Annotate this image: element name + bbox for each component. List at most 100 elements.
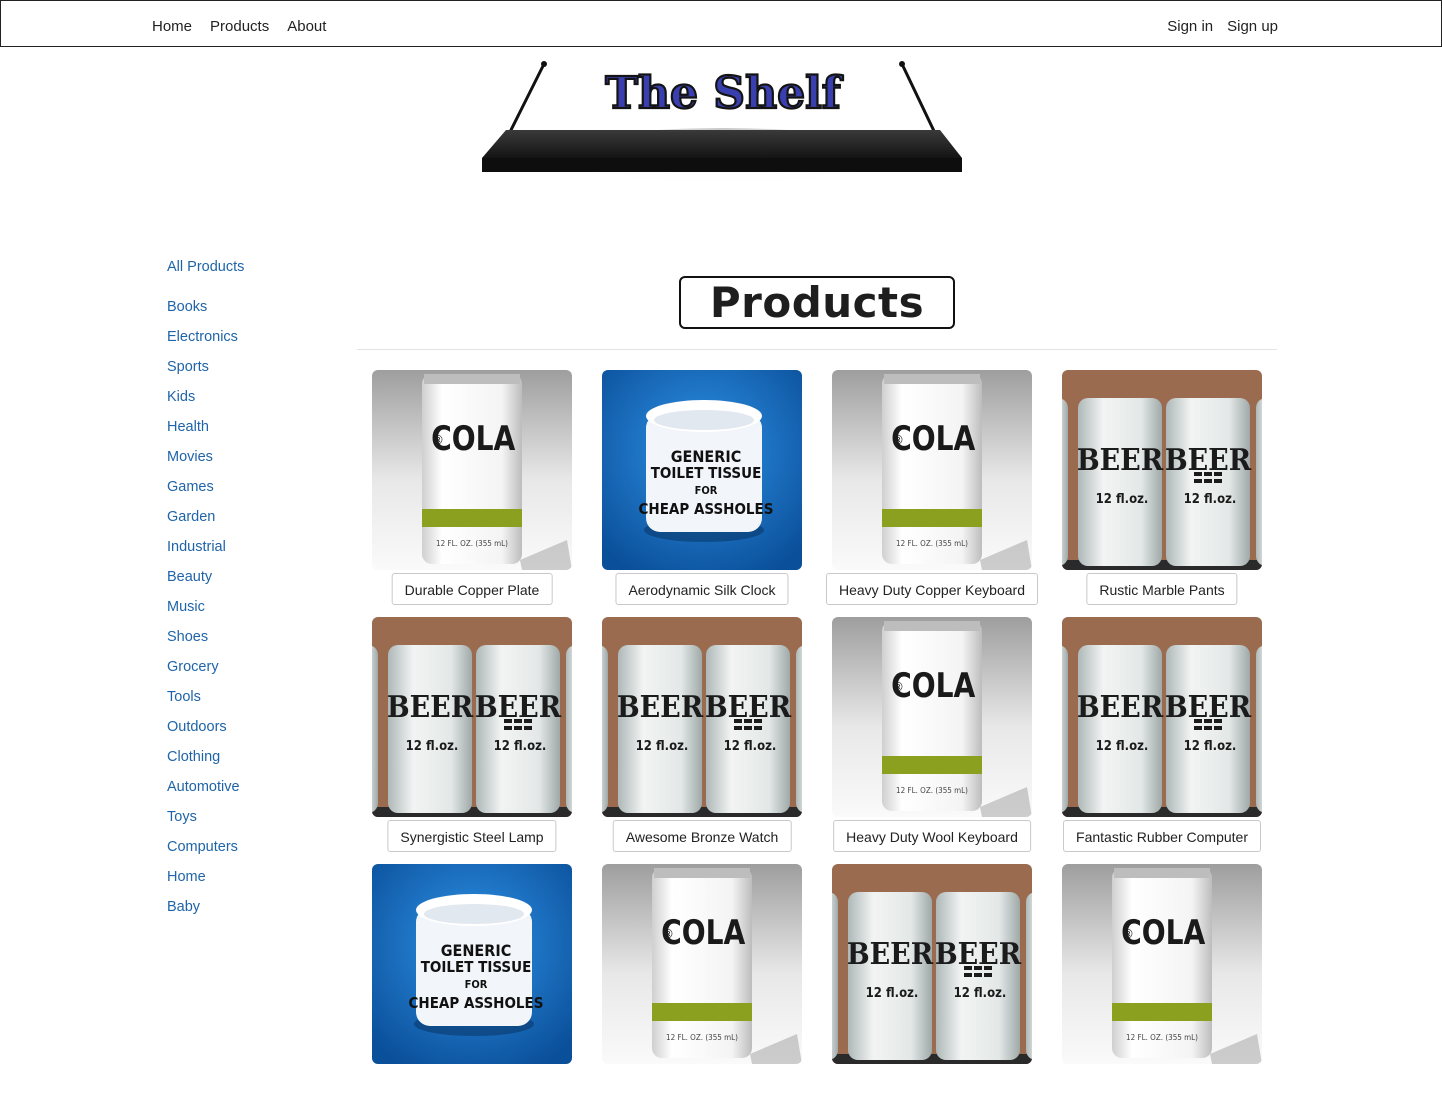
- product-name-button[interactable]: Rustic Marble Pants: [1086, 573, 1238, 605]
- svg-text:BEER: BEER: [935, 936, 1022, 972]
- product-image-beer-cans[interactable]: BEER 12 fl.oz. BEER 12 fl.oz.: [1062, 370, 1262, 570]
- sidebar-item-home[interactable]: Home: [167, 867, 327, 897]
- svg-text:12 FL. OZ. (355 mL): 12 FL. OZ. (355 mL): [1126, 1033, 1198, 1042]
- svg-text:®: ®: [432, 433, 444, 447]
- sidebar-item-health[interactable]: Health: [167, 417, 327, 447]
- product-image-cola-can[interactable]: COLA ® 12 FL. OZ. (355 mL): [1062, 864, 1262, 1064]
- product-card: BEER 12 fl.oz. BEER 12 fl.oz. Rustic Mar…: [1062, 370, 1262, 610]
- sidebar-item-sports[interactable]: Sports: [167, 357, 327, 387]
- svg-text:12 fl.oz.: 12 fl.oz.: [954, 986, 1007, 1001]
- svg-text:12 fl.oz.: 12 fl.oz.: [866, 986, 919, 1001]
- sidebar-item-garden[interactable]: Garden: [167, 507, 327, 537]
- product-image-cola-can[interactable]: COLA ® 12 FL. OZ. (355 mL): [372, 370, 572, 570]
- product-image-toilet-tissue[interactable]: GENERIC TOILET TISSUE FOR CHEAP ASSHOLES: [372, 864, 572, 1064]
- nav-left-group: Home Products About: [152, 18, 344, 35]
- product-card: BEER 12 fl.oz. BEER 12 fl.oz.: [832, 864, 1032, 1104]
- sidebar-item-electronics[interactable]: Electronics: [167, 327, 327, 357]
- sign-up-link[interactable]: Sign up: [1227, 18, 1278, 35]
- svg-text:®: ®: [662, 927, 674, 941]
- product-image-cola-can[interactable]: COLA ® 12 FL. OZ. (355 mL): [832, 617, 1032, 817]
- product-card: BEER 12 fl.oz. BEER 12 fl.oz. Fantastic …: [1062, 617, 1262, 857]
- sidebar-item-clothing[interactable]: Clothing: [167, 747, 327, 777]
- sidebar-item-shoes[interactable]: Shoes: [167, 627, 327, 657]
- sidebar-item-kids[interactable]: Kids: [167, 387, 327, 417]
- product-card: BEER 12 fl.oz. BEER 12 fl.oz. Synergisti…: [372, 617, 572, 857]
- svg-text:TOILET TISSUE: TOILET TISSUE: [651, 464, 762, 482]
- svg-text:®: ®: [892, 433, 904, 447]
- product-name-button[interactable]: Heavy Duty Wool Keyboard: [833, 820, 1031, 852]
- sidebar-item-outdoors[interactable]: Outdoors: [167, 717, 327, 747]
- svg-text:12 fl.oz.: 12 fl.oz.: [406, 739, 459, 754]
- svg-text:FOR: FOR: [695, 484, 718, 497]
- svg-text:®: ®: [892, 680, 904, 694]
- svg-text:TOILET TISSUE: TOILET TISSUE: [421, 958, 532, 976]
- product-name-button[interactable]: Awesome Bronze Watch: [612, 820, 792, 852]
- svg-text:12 fl.oz.: 12 fl.oz.: [1184, 739, 1237, 754]
- svg-text:12 fl.oz.: 12 fl.oz.: [724, 739, 777, 754]
- svg-text:BEER: BEER: [1165, 442, 1252, 478]
- title-divider: [357, 349, 1277, 350]
- product-name-button[interactable]: Synergistic Steel Lamp: [387, 820, 557, 852]
- sidebar-all-products[interactable]: All Products: [167, 257, 327, 277]
- svg-text:12 FL. OZ. (355 mL): 12 FL. OZ. (355 mL): [896, 786, 968, 795]
- svg-text:12 fl.oz.: 12 fl.oz.: [636, 739, 689, 754]
- svg-text:BEER: BEER: [617, 689, 704, 725]
- product-image-beer-cans[interactable]: BEER 12 fl.oz. BEER 12 fl.oz.: [832, 864, 1032, 1064]
- nav-right-group: Sign in Sign up: [1153, 18, 1278, 35]
- product-card: COLA ® 12 FL. OZ. (355 mL) Heavy Duty Co…: [826, 370, 1038, 610]
- product-grid: COLA ® 12 FL. OZ. (355 mL) Durable Coppe…: [372, 370, 1272, 1064]
- sidebar-item-toys[interactable]: Toys: [167, 807, 327, 837]
- nav-products-link[interactable]: Products: [210, 18, 269, 35]
- sidebar-item-grocery[interactable]: Grocery: [167, 657, 327, 687]
- logo-title: The Shelf: [605, 68, 844, 119]
- sidebar-item-industrial[interactable]: Industrial: [167, 537, 327, 567]
- sidebar-item-music[interactable]: Music: [167, 597, 327, 627]
- nav-home-link[interactable]: Home: [152, 18, 192, 35]
- product-name-button[interactable]: Aerodynamic Silk Clock: [615, 573, 789, 605]
- nav-about-link[interactable]: About: [287, 18, 326, 35]
- product-name-button[interactable]: Fantastic Rubber Computer: [1063, 820, 1261, 852]
- svg-text:BEER: BEER: [1077, 442, 1164, 478]
- product-card: BEER 12 fl.oz. BEER 12 fl.oz. Awesome Br…: [602, 617, 802, 857]
- product-card: COLA ® 12 FL. OZ. (355 mL) Durable Coppe…: [372, 370, 572, 610]
- svg-text:12 FL. OZ. (355 mL): 12 FL. OZ. (355 mL): [896, 539, 968, 548]
- product-image-cola-can[interactable]: COLA ® 12 FL. OZ. (355 mL): [602, 864, 802, 1064]
- product-card: COLA ® 12 FL. OZ. (355 mL) Heavy Duty Wo…: [832, 617, 1032, 857]
- svg-text:12 FL. OZ. (355 mL): 12 FL. OZ. (355 mL): [666, 1033, 738, 1042]
- sidebar-item-tools[interactable]: Tools: [167, 687, 327, 717]
- product-image-beer-cans[interactable]: BEER 12 fl.oz. BEER 12 fl.oz.: [372, 617, 572, 817]
- sidebar-item-books[interactable]: Books: [167, 297, 327, 327]
- shelf-logo-graphic: The Shelf: [482, 61, 962, 224]
- svg-text:CHEAP ASSHOLES: CHEAP ASSHOLES: [639, 500, 774, 518]
- svg-text:12 FL. OZ. (355 mL): 12 FL. OZ. (355 mL): [436, 539, 508, 548]
- sidebar-item-computers[interactable]: Computers: [167, 837, 327, 867]
- page-title-box: Products: [679, 276, 955, 329]
- sidebar-item-beauty[interactable]: Beauty: [167, 567, 327, 597]
- product-card: COLA ® 12 FL. OZ. (355 mL): [602, 864, 802, 1104]
- svg-text:12 fl.oz.: 12 fl.oz.: [1184, 492, 1237, 507]
- sidebar-item-movies[interactable]: Movies: [167, 447, 327, 477]
- product-card: GENERIC TOILET TISSUE FOR CHEAP ASSHOLES: [372, 864, 572, 1104]
- svg-text:BEER: BEER: [1165, 689, 1252, 725]
- sidebar-item-baby[interactable]: Baby: [167, 897, 327, 927]
- svg-text:CHEAP ASSHOLES: CHEAP ASSHOLES: [409, 994, 544, 1012]
- sign-in-link[interactable]: Sign in: [1167, 18, 1213, 35]
- product-image-cola-can[interactable]: COLA ® 12 FL. OZ. (355 mL): [832, 370, 1032, 570]
- sidebar-item-automotive[interactable]: Automotive: [167, 777, 327, 807]
- svg-text:12 fl.oz.: 12 fl.oz.: [494, 739, 547, 754]
- product-image-beer-cans[interactable]: BEER 12 fl.oz. BEER 12 fl.oz.: [1062, 617, 1262, 817]
- page-title: Products: [709, 278, 925, 327]
- product-image-toilet-tissue[interactable]: GENERIC TOILET TISSUE FOR CHEAP ASSHOLES: [602, 370, 802, 570]
- category-list: Books Electronics Sports Kids Health Movies Ga…: [167, 297, 327, 927]
- category-sidebar: All Products Books Electronics Sports Kids H…: [167, 257, 327, 927]
- site-logo[interactable]: The Shelf: [478, 56, 968, 236]
- product-name-button[interactable]: Heavy Duty Copper Keyboard: [826, 573, 1038, 605]
- product-name-button[interactable]: Durable Copper Plate: [391, 573, 553, 605]
- product-image-beer-cans[interactable]: BEER 12 fl.oz. BEER 12 fl.oz.: [602, 617, 802, 817]
- svg-text:®: ®: [1122, 927, 1134, 941]
- product-card: GENERIC TOILET TISSUE FOR CHEAP ASSHOLES…: [602, 370, 802, 610]
- svg-text:12 fl.oz.: 12 fl.oz.: [1096, 492, 1149, 507]
- svg-text:12 fl.oz.: 12 fl.oz.: [1096, 739, 1149, 754]
- svg-text:BEER: BEER: [1077, 689, 1164, 725]
- sidebar-item-games[interactable]: Games: [167, 477, 327, 507]
